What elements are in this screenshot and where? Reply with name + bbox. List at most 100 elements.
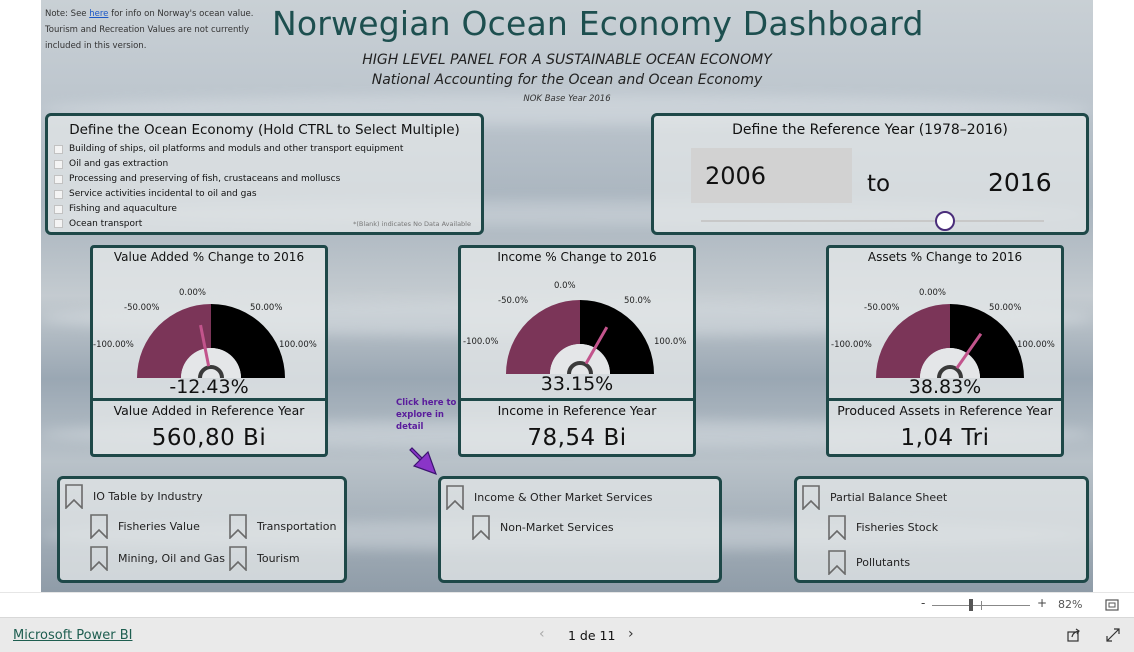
note-prefix: Note: See: [45, 9, 90, 19]
arrow-icon: [409, 447, 438, 476]
gauge-label-neg100: -100.00%: [831, 340, 872, 350]
bookmark-icon: [229, 546, 247, 571]
nav-label: Fisheries Value: [118, 520, 200, 533]
bookmark-icon: [828, 515, 846, 540]
filter-option[interactable]: Building of ships, oil platforms and mod…: [48, 142, 481, 157]
gauge-value: -12.43%: [169, 376, 249, 398]
gauge-title: Value Added % Change to 2016: [113, 250, 305, 264]
page-subtitle: HIGH LEVEL PANEL FOR A SUSTAINABLE OCEAN…: [362, 52, 772, 68]
checkbox[interactable]: [54, 144, 63, 154]
nav-label: Non-Market Services: [500, 521, 614, 534]
bookmark-icon: [472, 515, 490, 540]
fit-to-page-icon[interactable]: [1105, 599, 1119, 611]
nav-label: Transportation: [257, 520, 337, 533]
nav-partial-balance[interactable]: Partial Balance Sheet: [802, 485, 947, 510]
reference-value: 78,54 Bi: [527, 425, 627, 451]
checkbox[interactable]: [54, 219, 63, 229]
bookmark-icon: [802, 485, 820, 510]
year-from-input[interactable]: 2006: [691, 148, 852, 203]
nav-label: Income & Other Market Services: [474, 491, 653, 504]
bookmark-icon: [65, 484, 83, 509]
bookmark-icon: [446, 485, 464, 510]
share-icon[interactable]: [1067, 628, 1081, 642]
value-added-card: Value Added % Change to 2016 0.00% -50.0…: [90, 245, 328, 457]
base-year-label: NOK Base Year 2016: [523, 94, 611, 104]
gauge-title: Assets % Change to 2016: [867, 250, 1023, 264]
info-note: Note: See here for info on Norway's ocea…: [45, 6, 260, 54]
reference-year-panel: Define the Reference Year (1978–2016) 20…: [651, 113, 1089, 235]
filter-option-label: Building of ships, oil platforms and mod…: [69, 144, 404, 155]
nav-mining-oil-gas[interactable]: Mining, Oil and Gas: [90, 546, 225, 571]
nav-io-table[interactable]: IO Table by Industry: [65, 484, 203, 509]
explore-callout: Click here to explore in detail: [396, 398, 457, 432]
prev-page-icon[interactable]: ‹: [539, 626, 545, 642]
nav-label: Mining, Oil and Gas: [118, 552, 225, 565]
nav-fisheries-stock[interactable]: Fisheries Stock: [828, 515, 938, 540]
page-subtitle-secondary: National Accounting for the Ocean and Oc…: [371, 72, 763, 88]
gauge-label-neg100: -100.0%: [463, 337, 499, 347]
zoom-slider-handle[interactable]: [969, 599, 974, 611]
page-indicator: 1 de 11: [568, 628, 616, 643]
filter-option[interactable]: Fishing and aquaculture: [48, 202, 481, 217]
gauge-label-zero: 0.00%: [179, 288, 207, 298]
year-to-label: to: [867, 171, 891, 197]
power-bi-link[interactable]: Microsoft Power BI: [13, 628, 132, 643]
filter-option-label: Oil and gas extraction: [69, 159, 169, 170]
nav-fisheries-value[interactable]: Fisheries Value: [90, 514, 200, 539]
zoom-in-button[interactable]: +: [1037, 596, 1047, 610]
income-card: Income % Change to 2016 0.0% -50.0% 50.0…: [458, 245, 696, 457]
nav-label: IO Table by Industry: [93, 490, 203, 503]
filter-footnote: *(Blank) indicates No Data Available: [353, 220, 471, 228]
zoom-out-button[interactable]: -: [921, 596, 925, 610]
nav-pollutants[interactable]: Pollutants: [828, 550, 910, 575]
footer-bar: Microsoft Power BI ‹ 1 de 11 ›: [0, 617, 1134, 652]
page-title: Norwegian Ocean Economy Dashboard: [272, 4, 924, 43]
zoom-slider-tick: [981, 601, 982, 610]
note-link[interactable]: here: [89, 9, 108, 19]
nav-transportation[interactable]: Transportation: [229, 514, 336, 539]
gauge-value: 33.15%: [540, 373, 614, 395]
filter-option[interactable]: Oil and gas extraction: [48, 157, 481, 172]
filter-option[interactable]: Processing and preserving of fish, crust…: [48, 172, 481, 187]
year-slider-track[interactable]: [701, 220, 1044, 222]
gauge-label-zero: 0.00%: [919, 288, 947, 298]
checkbox[interactable]: [54, 189, 63, 199]
filter-option-label: Fishing and aquaculture: [69, 204, 177, 214]
year-slider-handle[interactable]: [934, 211, 955, 231]
fullscreen-icon[interactable]: [1106, 628, 1120, 642]
io-table-group: IO Table by Industry Fisheries Value Tra…: [57, 476, 347, 583]
card-divider: [93, 398, 325, 401]
reference-value: 1,04 Tri: [900, 425, 990, 451]
gauge-label-neg100: -100.00%: [93, 340, 134, 350]
balance-sheet-group: Partial Balance Sheet Fisheries Stock Po…: [794, 476, 1089, 583]
nav-label: Tourism: [257, 552, 300, 565]
next-page-icon[interactable]: ›: [628, 626, 634, 642]
filter-option-label: Processing and preserving of fish, crust…: [69, 174, 341, 185]
gauge-value: 38.83%: [908, 376, 982, 398]
filter-option-label: Ocean transport: [69, 218, 143, 229]
checkbox[interactable]: [54, 204, 63, 214]
year-to-value: 2016: [988, 168, 1052, 197]
reference-label: Income in Reference Year: [497, 403, 657, 418]
nav-tourism[interactable]: Tourism: [229, 546, 300, 571]
nav-non-market[interactable]: Non-Market Services: [472, 515, 614, 540]
checkbox[interactable]: [54, 159, 63, 169]
reference-label: Produced Assets in Reference Year: [837, 403, 1053, 418]
card-divider: [829, 398, 1061, 401]
nav-label: Partial Balance Sheet: [830, 491, 948, 504]
checkbox[interactable]: [54, 174, 63, 184]
income-services-group: Income & Other Market Services Non-Marke…: [438, 476, 722, 583]
filter-list: Building of ships, oil platforms and mod…: [48, 142, 481, 231]
filter-option[interactable]: Service activities incidental to oil and…: [48, 187, 481, 202]
bookmark-icon: [828, 550, 846, 575]
zoom-bar: - + 82%: [0, 592, 1134, 617]
nav-label: Fisheries Stock: [856, 521, 939, 534]
card-divider: [461, 398, 693, 401]
report-canvas: Note: See here for info on Norway's ocea…: [41, 0, 1093, 592]
nav-income-market[interactable]: Income & Other Market Services: [446, 485, 652, 510]
filter-option-label: Service activities incidental to oil and…: [69, 189, 257, 200]
zoom-level: 82%: [1058, 598, 1083, 611]
value-added-gauge: [137, 304, 285, 379]
ocean-economy-filter: Define the Ocean Economy (Hold CTRL to S…: [45, 113, 484, 235]
assets-card: Assets % Change to 2016 0.00% -50.00% 50…: [826, 245, 1064, 457]
